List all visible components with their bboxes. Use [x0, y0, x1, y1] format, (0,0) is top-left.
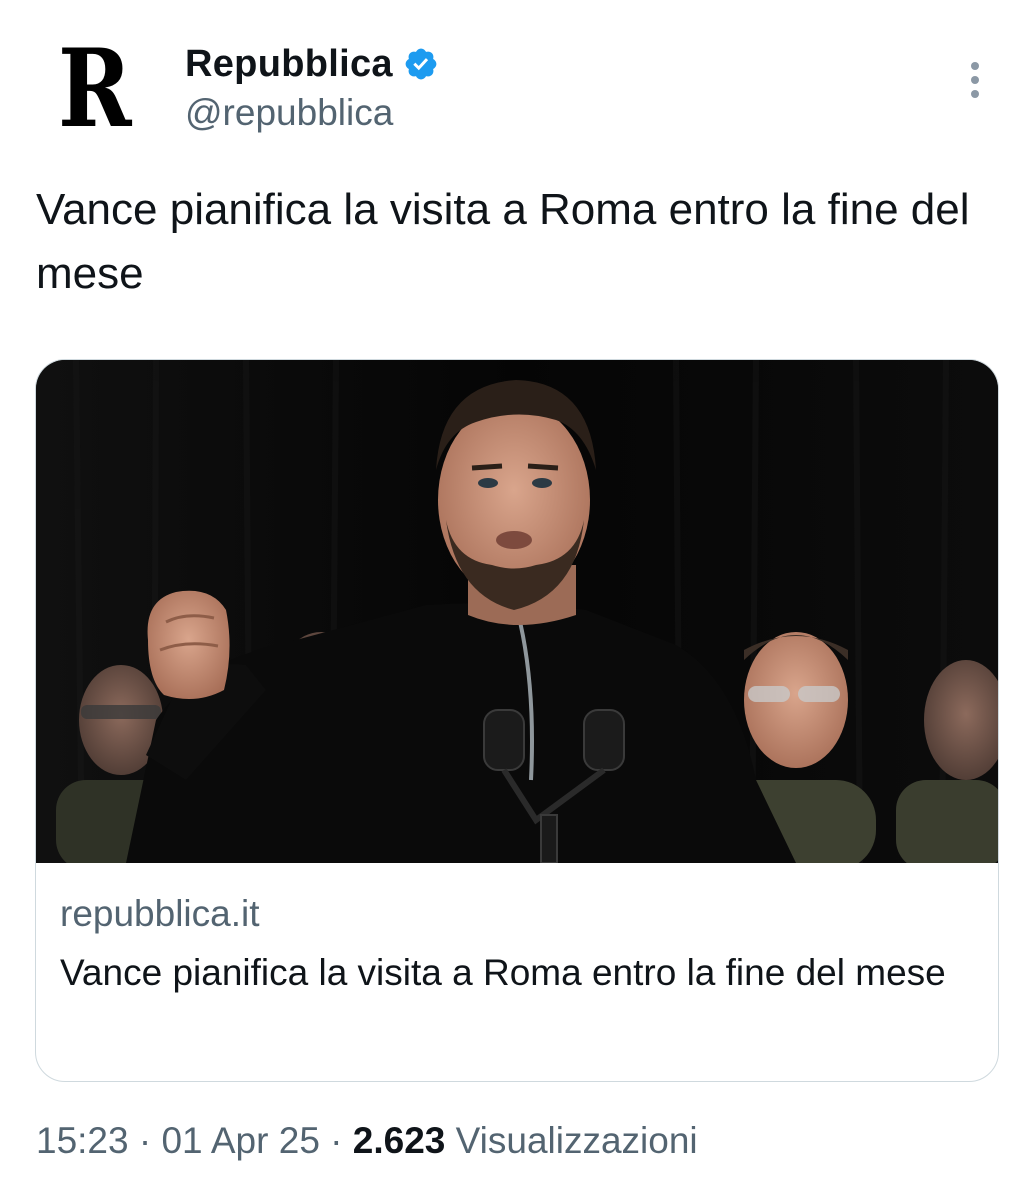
- card-domain[interactable]: repubblica.it: [60, 893, 260, 935]
- card-title[interactable]: Vance pianifica la visita a Roma entro l…: [60, 945, 960, 1001]
- separator: ·: [138, 1120, 152, 1161]
- card-image[interactable]: [36, 360, 998, 863]
- views-label: Visualizzazioni: [455, 1120, 698, 1161]
- verified-badge-icon: [405, 48, 437, 80]
- views-count[interactable]: 2.623: [353, 1120, 446, 1161]
- display-name[interactable]: Repubblica: [185, 43, 393, 86]
- name-row: Repubblica: [185, 40, 439, 88]
- tweet-time[interactable]: 15:23: [36, 1120, 129, 1161]
- tweet-text: Vance pianifica la visita a Roma entro l…: [36, 185, 970, 298]
- avatar[interactable]: R: [58, 34, 132, 144]
- more-vertical-icon[interactable]: [958, 58, 992, 102]
- card-meta[interactable]: repubblica.it Vance pianifica la visita …: [36, 863, 998, 1081]
- tweet-footer: 15:23 · 01 Apr 25 · 2.623 Visualizzazion…: [36, 1120, 698, 1162]
- account-handle[interactable]: @repubblica: [185, 92, 393, 134]
- tweet-header: R Repubblica @repubblica: [0, 0, 1033, 160]
- link-card[interactable]: repubblica.it Vance pianifica la visita …: [35, 359, 999, 1082]
- tweet-date[interactable]: 01 Apr 25: [161, 1120, 319, 1161]
- separator: ·: [330, 1120, 343, 1161]
